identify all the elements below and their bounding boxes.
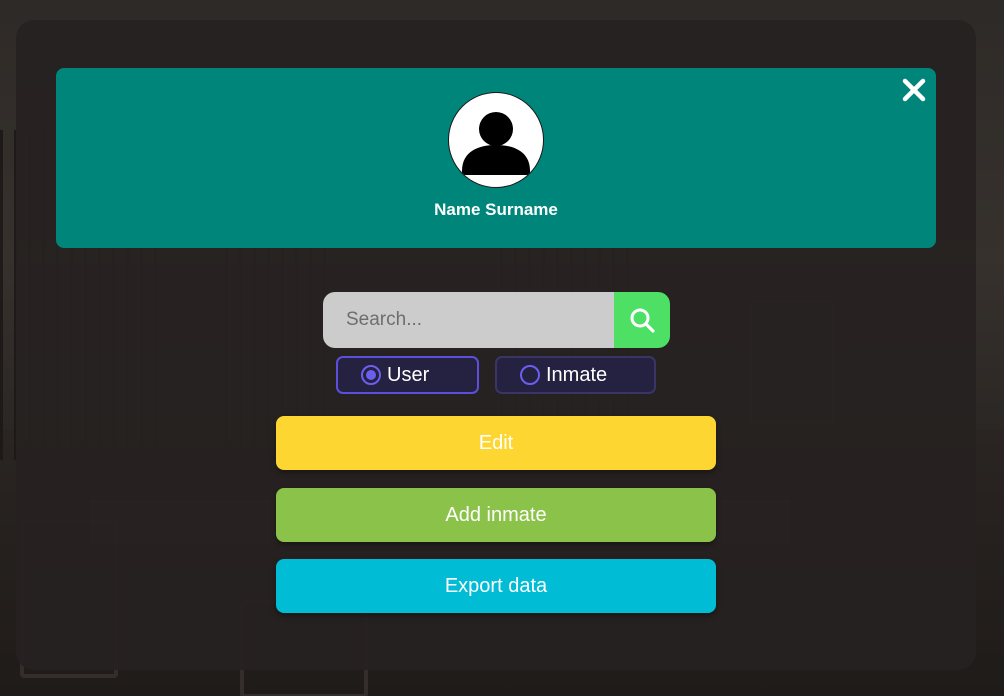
radio-inmate[interactable]: Inmate (495, 356, 656, 394)
avatar (448, 92, 544, 188)
edit-button[interactable]: Edit (276, 416, 716, 470)
add-inmate-button[interactable]: Add inmate (276, 488, 716, 542)
radio-inmate-label: Inmate (546, 363, 608, 386)
profile-name: Name Surname (434, 200, 558, 219)
radio-user-label: User (387, 363, 430, 386)
search-input[interactable] (323, 292, 614, 348)
export-data-button[interactable]: Export data (276, 559, 716, 613)
profile-card: Name Surname (56, 68, 936, 248)
radio-selected-indicator (361, 365, 381, 385)
user-avatar-icon (462, 112, 530, 175)
search-icon (630, 308, 655, 333)
close-button[interactable] (900, 76, 928, 104)
user-panel-modal: Name Surname User Inmate Edit Add inmate… (16, 20, 976, 670)
close-icon (902, 78, 926, 102)
radio-user[interactable]: User (336, 356, 479, 394)
search-button[interactable] (614, 292, 670, 348)
search-bar (323, 292, 670, 348)
radio-unselected-indicator (520, 365, 540, 385)
